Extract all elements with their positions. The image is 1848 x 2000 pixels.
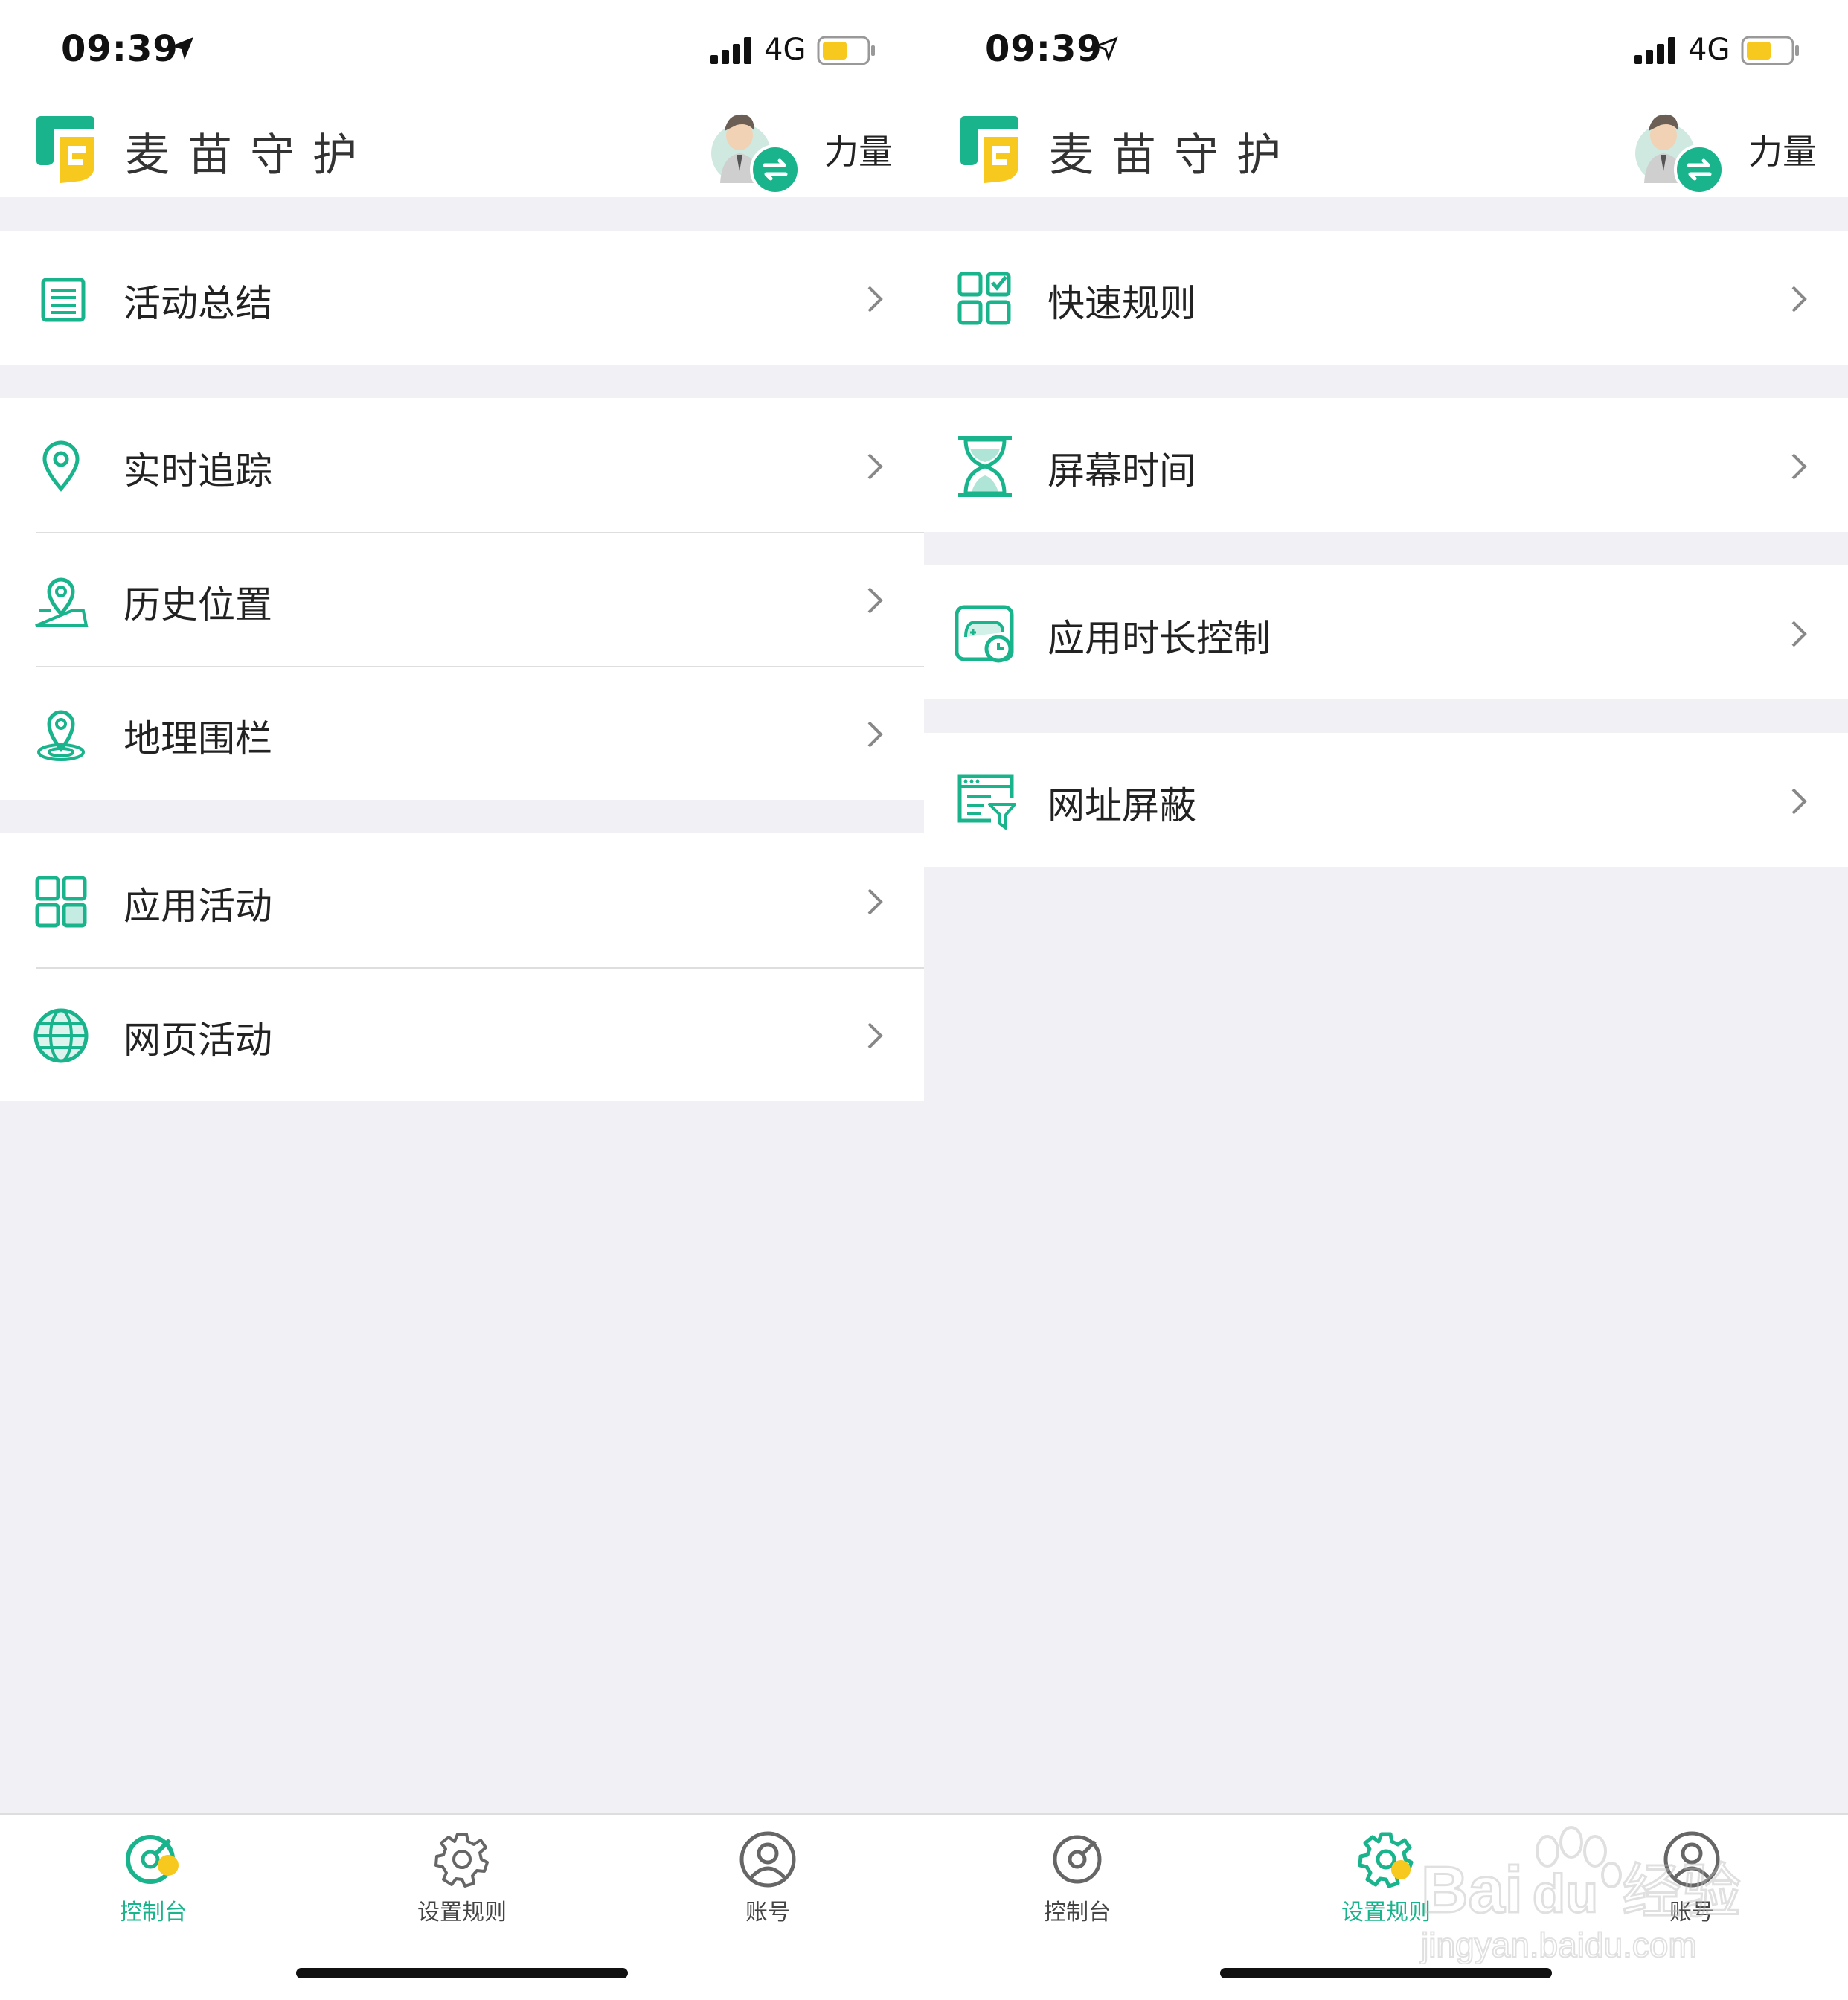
location-arrow-outline-icon xyxy=(1094,36,1118,61)
menu-item-history-location[interactable]: 历史位置 xyxy=(0,532,924,666)
menu-group: 网址屏蔽 xyxy=(924,733,1848,867)
status-bar: 09:39 4G xyxy=(924,0,1848,97)
menu-item-geofence[interactable]: 地理围栏 xyxy=(0,666,924,800)
username: 力量 xyxy=(1748,132,1817,172)
game-clock-icon xyxy=(955,605,1014,663)
baidu-watermark-logo: Bai du 经验 jingyan.baidu.com xyxy=(1419,1826,1742,1964)
divider xyxy=(36,967,924,969)
cellular-signal-icon xyxy=(1634,37,1675,64)
battery-icon xyxy=(1741,36,1799,65)
app-header: 麦苗守护 力量 xyxy=(924,97,1848,197)
menu-item-screen-time[interactable]: 屏幕时间 xyxy=(924,398,1848,532)
app-grid-icon xyxy=(35,876,87,928)
menu-label: 活动总结 xyxy=(123,282,272,325)
chevron-right-icon xyxy=(867,888,883,915)
geofence-icon xyxy=(37,710,85,761)
divider xyxy=(36,666,924,667)
swap-icon xyxy=(1674,144,1725,195)
status-time: 09:39 xyxy=(61,28,179,70)
chevron-right-icon xyxy=(867,721,883,748)
menu-item-url-blocking[interactable]: 网址屏蔽 xyxy=(924,733,1848,867)
menu-item-app-time-control[interactable]: 应用时长控制 xyxy=(924,565,1848,699)
app-title: 麦苗守护 xyxy=(125,129,375,182)
menu-item-app-activity[interactable]: 应用活动 xyxy=(0,833,924,967)
location-pin-icon xyxy=(42,440,80,492)
quick-rules-icon xyxy=(957,272,1011,325)
phone-screen-settings-rules: 09:39 4G 麦苗守护 力量 快速规则 屏幕时间 应用时长控制 网址屏蔽 控… xyxy=(924,0,1848,2000)
chevron-right-icon xyxy=(1791,453,1807,480)
chevron-right-icon xyxy=(867,587,883,614)
chevron-right-icon xyxy=(867,286,883,312)
svg-text:du: du xyxy=(1533,1865,1598,1924)
menu-item-web-activity[interactable]: 网页活动 xyxy=(0,967,924,1101)
swap-icon xyxy=(750,144,801,195)
web-filter-icon xyxy=(957,774,1016,830)
menu-label: 应用活动 xyxy=(123,885,272,928)
menu-group: 应用时长控制 xyxy=(924,565,1848,699)
dashboard-icon xyxy=(1053,1835,1102,1884)
chevron-right-icon xyxy=(1791,286,1807,312)
tab-dashboard[interactable]: 控制台 xyxy=(1003,1830,1152,1934)
app-logo-icon xyxy=(960,116,1018,183)
tab-settings-rules[interactable]: 设置规则 xyxy=(388,1830,536,1934)
hourglass-icon xyxy=(958,436,1012,497)
battery-icon xyxy=(817,36,875,65)
menu-group: 快速规则 xyxy=(924,231,1848,365)
menu-group: 屏幕时间 xyxy=(924,398,1848,532)
phone-screen-dashboard: 09:39 4G 麦苗守护 力量 活动总结 实时追踪 历史位置 地理围栏 应用活… xyxy=(0,0,924,2000)
app-logo-icon xyxy=(36,116,94,183)
menu-label: 网页活动 xyxy=(123,1019,272,1062)
chevron-right-icon xyxy=(1791,788,1807,815)
menu-label: 地理围栏 xyxy=(123,717,272,760)
chevron-right-icon xyxy=(867,1022,883,1049)
menu-label: 应用时长控制 xyxy=(1047,617,1271,660)
child-switcher[interactable] xyxy=(1631,109,1727,195)
home-indicator xyxy=(1220,1968,1552,1978)
menu-label: 历史位置 xyxy=(123,583,272,626)
location-arrow-icon xyxy=(171,37,193,60)
map-pin-history-icon xyxy=(35,577,89,627)
svg-text:经验: 经验 xyxy=(1622,1857,1741,1926)
tab-label: 设置规则 xyxy=(417,1900,507,1926)
chevron-right-icon xyxy=(1791,621,1807,647)
list-doc-icon xyxy=(41,278,86,322)
menu-item-activity-summary[interactable]: 活动总结 xyxy=(0,231,924,365)
divider xyxy=(36,532,924,533)
tab-label: 控制台 xyxy=(1044,1900,1111,1926)
menu-item-quick-rules[interactable]: 快速规则 xyxy=(924,231,1848,365)
username: 力量 xyxy=(824,132,893,172)
network-type: 4G xyxy=(1688,33,1730,67)
status-time: 09:39 xyxy=(985,28,1103,70)
status-bar: 09:39 4G xyxy=(0,0,924,97)
menu-group: 活动总结 xyxy=(0,231,924,365)
menu-group: 实时追踪 历史位置 地理围栏 xyxy=(0,398,924,800)
tab-dashboard[interactable]: 控制台 xyxy=(79,1830,228,1934)
cellular-signal-icon xyxy=(710,37,751,64)
tab-account[interactable]: 账号 xyxy=(693,1830,842,1934)
child-switcher[interactable] xyxy=(707,109,803,195)
menu-label: 快速规则 xyxy=(1047,282,1196,325)
gear-icon xyxy=(434,1833,489,1888)
menu-label: 实时追踪 xyxy=(123,449,272,493)
menu-label: 网址屏蔽 xyxy=(1047,784,1196,827)
tab-label: 控制台 xyxy=(120,1900,187,1926)
menu-label: 屏幕时间 xyxy=(1047,449,1196,493)
tab-label: 账号 xyxy=(745,1900,790,1926)
globe-icon xyxy=(33,1008,89,1063)
app-header: 麦苗守护 力量 xyxy=(0,97,924,197)
gear-icon xyxy=(1358,1832,1414,1888)
user-icon xyxy=(739,1831,796,1888)
watermark-url: jingyan.baidu.com xyxy=(1419,1926,1697,1964)
menu-group: 应用活动 网页活动 xyxy=(0,833,924,1101)
network-type: 4G xyxy=(764,33,806,67)
app-title: 麦苗守护 xyxy=(1049,129,1299,182)
home-indicator xyxy=(296,1968,628,1978)
svg-text:Bai: Bai xyxy=(1421,1853,1523,1926)
menu-item-realtime-tracking[interactable]: 实时追踪 xyxy=(0,398,924,532)
chevron-right-icon xyxy=(867,453,883,480)
dashboard-icon xyxy=(126,1835,179,1884)
